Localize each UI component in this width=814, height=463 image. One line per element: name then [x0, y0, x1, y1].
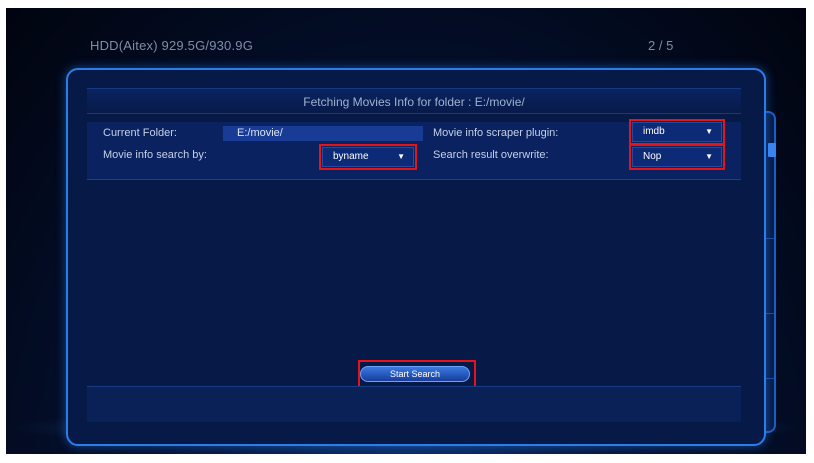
overwrite-label: Search result overwrite:: [433, 149, 549, 161]
overwrite-select[interactable]: Nop ▼: [629, 144, 725, 170]
dialog-title-bar: Fetching Movies Info for folder : E:/mov…: [87, 88, 741, 114]
search-by-select[interactable]: byname ▼: [319, 144, 417, 170]
dialog-footer-bar: [87, 386, 741, 422]
dialog-title: Fetching Movies Info for folder : E:/mov…: [303, 95, 525, 109]
scraper-plugin-value: imdb: [643, 126, 665, 137]
current-folder-field: E:/movie/: [223, 126, 423, 141]
scraper-plugin-label: Movie info scraper plugin:: [433, 127, 559, 139]
page-counter: 2 / 5: [648, 38, 674, 53]
scraper-plugin-select[interactable]: imdb ▼: [629, 119, 725, 145]
chevron-down-icon: ▼: [705, 152, 713, 161]
fetch-movie-info-dialog: Fetching Movies Info for folder : E:/mov…: [66, 68, 766, 446]
settings-area: Current Folder: E:/movie/ Movie info sea…: [87, 119, 741, 180]
hdd-info: HDD(Aitex) 929.5G/930.9G: [90, 38, 254, 53]
tv-screen: HDD(Aitex) 929.5G/930.9G 2 / 5 Fetching …: [6, 8, 806, 454]
overwrite-value: Nop: [643, 151, 662, 162]
current-folder-label: Current Folder:: [103, 127, 177, 139]
chevron-down-icon: ▼: [705, 127, 713, 136]
scroll-indicator: [768, 143, 776, 157]
start-search-button[interactable]: Start Search: [360, 366, 470, 382]
search-by-value: byname: [333, 151, 369, 162]
chevron-down-icon: ▼: [397, 152, 405, 161]
search-by-label: Movie info search by:: [103, 149, 207, 161]
